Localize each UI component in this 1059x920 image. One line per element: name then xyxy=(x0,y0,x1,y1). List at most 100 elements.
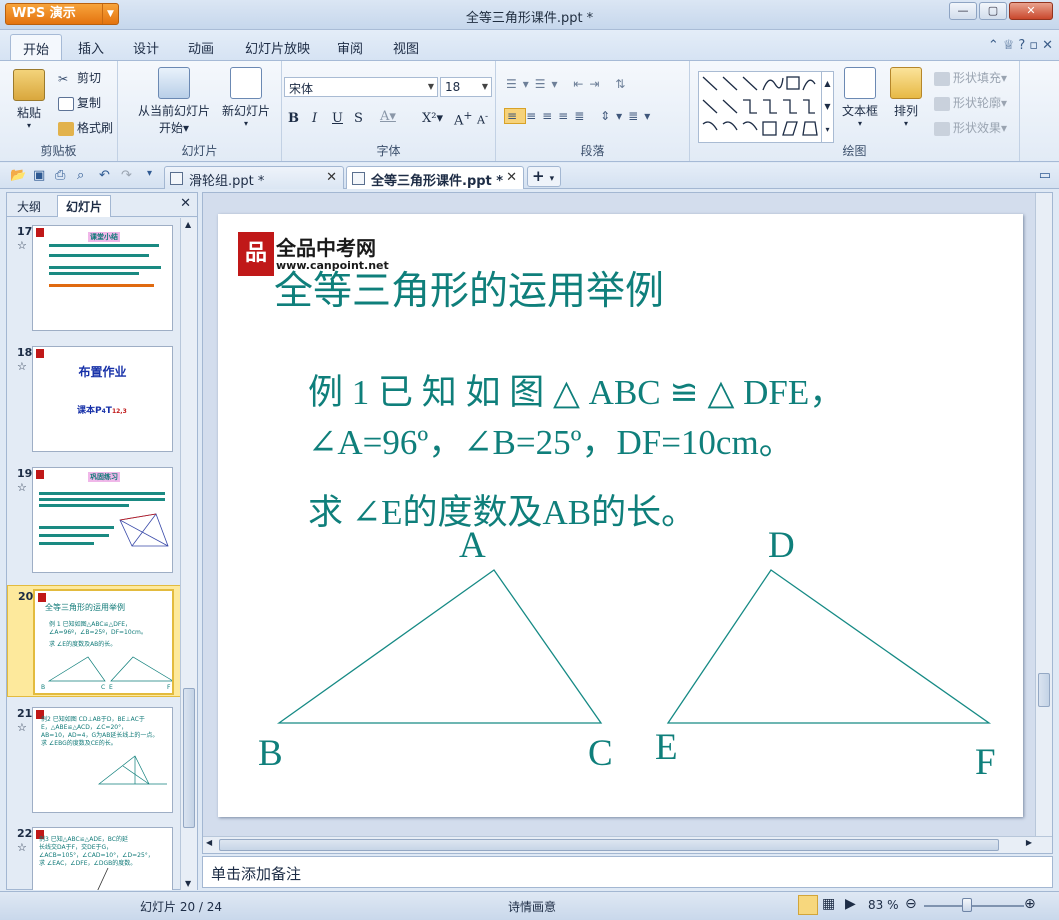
scroll-thumb[interactable] xyxy=(219,839,999,851)
slide-thumbnail[interactable]: 例3 已知△ABC≌△ADE，BC的延 长线交DA于F，交DE于G， ∠ACB=… xyxy=(32,827,173,890)
arrange-button[interactable]: 排列 ▾ xyxy=(886,67,926,128)
thumbnail-list: 17 ☆ 课堂小结 18 ☆ 布置作业 课本P4T12,3 19 ☆ 巩固练习 … xyxy=(7,218,181,890)
triangle-abc[interactable] xyxy=(276,569,603,724)
undo-icon[interactable]: ↶ xyxy=(99,168,110,183)
thumbnail-item[interactable]: 22 ☆ 例3 已知△ABC≌△ADE，BC的延 长线交DA于F，交DE于G， ∠… xyxy=(7,827,181,890)
maximize-button[interactable]: ▢ xyxy=(979,2,1007,20)
tab-design[interactable]: 设计 xyxy=(121,36,171,59)
slide-thumbnail[interactable]: 例2 已知如图 CD⊥AB于D，BE⊥AC于 E，△ABE≌△ACD，∠C=20… xyxy=(32,707,173,813)
new-tab-button[interactable]: + ▾ xyxy=(527,166,561,187)
shadow-button[interactable]: S xyxy=(354,111,363,126)
zoom-out-icon[interactable]: ⊖ xyxy=(905,896,917,912)
paragraph-group: ☰▾☰▾ ⇤⇥ ⇅ ≡ ≡≡≡≣ ⇕▾≣▾ 段落 xyxy=(496,61,690,161)
slide-canvas[interactable]: 品 全品中考网 www.canpoint.net 全等三角形的运用举例 例 1 … xyxy=(218,214,1023,817)
close-tab-icon[interactable]: ✕ xyxy=(326,170,337,185)
format-painter-button[interactable]: 格式刷 xyxy=(58,119,113,136)
slide-thumbnail[interactable]: 课堂小结 xyxy=(32,225,173,331)
scroll-thumb[interactable] xyxy=(1038,673,1050,707)
scroll-thumb[interactable] xyxy=(183,688,195,828)
play-from-current-button[interactable]: 从当前幻灯片 开始▾ xyxy=(126,67,222,136)
tab-review[interactable]: 审阅 xyxy=(325,36,375,59)
close-tab-icon[interactable]: ✕ xyxy=(506,170,517,185)
align-left-icon[interactable]: ≡ xyxy=(504,108,527,124)
scroll-up-icon[interactable]: ▲ xyxy=(185,220,191,229)
shrink-font-button[interactable]: A- xyxy=(477,111,488,127)
tab-slideshow[interactable]: 幻灯片放映 xyxy=(233,36,322,59)
slide-sorter-icon[interactable]: ▦ xyxy=(822,896,835,912)
triangle-dfe[interactable] xyxy=(666,569,992,724)
scroll-left-icon[interactable]: ◀ xyxy=(206,838,212,847)
cut-button[interactable]: ✂ 剪切 xyxy=(58,69,101,86)
list-buttons[interactable]: ☰▾☰▾ ⇤⇥ ⇅ xyxy=(506,77,631,91)
textbox-button[interactable]: 文本框 ▾ xyxy=(838,67,882,128)
superscript-button[interactable]: X²▾ xyxy=(422,111,443,126)
zoom-slider-handle[interactable] xyxy=(962,898,972,912)
zoom-in-icon[interactable]: ⊕ xyxy=(1024,896,1036,912)
skin-icon[interactable]: ♕ xyxy=(1003,38,1015,53)
effect-icon xyxy=(934,121,950,136)
panel-scrollbar[interactable]: ▲ ▼ xyxy=(180,218,197,890)
thumbnail-item[interactable]: 18 ☆ 布置作业 课本P4T12,3 xyxy=(7,346,181,456)
save-icon[interactable]: ▣ xyxy=(33,168,45,183)
tab-list-icon[interactable]: ▭ xyxy=(1039,168,1051,183)
doc-tab-pulley[interactable]: 滑轮组.ppt * ✕ xyxy=(164,166,344,189)
shape-outline-button[interactable]: 形状轮廓▾ xyxy=(934,94,1007,111)
tab-animation[interactable]: 动画 xyxy=(176,36,226,59)
tab-insert[interactable]: 插入 xyxy=(66,36,116,59)
underline-button[interactable]: U xyxy=(332,111,343,126)
thumbnail-item[interactable]: 17 ☆ 课堂小结 xyxy=(7,225,181,335)
print-icon[interactable]: ⎙ xyxy=(55,168,65,183)
status-bar: 幻灯片 20 / 24 诗情画意 ▦ ▶ 83 % ⊖ ⊕ xyxy=(0,891,1059,920)
shapes-gallery[interactable]: ▲ ▼ ▾ xyxy=(698,71,834,143)
notes-field[interactable]: 单击添加备注 xyxy=(202,856,1053,888)
align-buttons[interactable]: ≡ ≡≡≡≣ ⇕▾≣▾ xyxy=(504,108,656,124)
editor-vscrollbar[interactable] xyxy=(1035,193,1052,837)
font-size-select[interactable]: 18 ▼ xyxy=(440,77,492,97)
new-slide-button[interactable]: 新幻灯片 ▾ xyxy=(218,67,274,128)
open-icon[interactable]: 📂 xyxy=(10,168,26,183)
doc-tab-congruent[interactable]: 全等三角形课件.ppt * ✕ xyxy=(346,166,524,189)
ppt-file-icon xyxy=(170,172,183,185)
redo-icon[interactable]: ↷ xyxy=(121,168,132,183)
slideshow-view-icon[interactable]: ▶ xyxy=(845,896,856,912)
help-icon[interactable]: ? xyxy=(1018,38,1025,53)
shape-effect-button[interactable]: 形状效果▾ xyxy=(934,119,1007,136)
shape-fill-button[interactable]: 形状填充▾ xyxy=(934,69,1007,86)
slide-thumbnail[interactable]: 布置作业 课本P4T12,3 xyxy=(32,346,173,452)
close-button[interactable]: ✕ xyxy=(1009,2,1053,20)
bold-button[interactable]: B xyxy=(288,111,299,126)
font-name-select[interactable]: 宋体 ▼ xyxy=(284,77,438,97)
editor-hscrollbar[interactable]: ◀ ▶ xyxy=(203,836,1052,853)
thumbnail-item-selected[interactable]: 20 全等三角形的运用举例 例 1 已知如图△ABC≌△DFE， ∠A=96º，… xyxy=(7,585,181,697)
restore-icon[interactable]: ▫ xyxy=(1029,38,1038,53)
scroll-right-icon[interactable]: ▶ xyxy=(1026,838,1032,847)
collapse-ribbon-icon[interactable]: ⌃ xyxy=(988,38,999,53)
ribbon-tabs: 开始 插入 设计 动画 幻灯片放映 审阅 视图 ⌃ ♕ ? ▫ ✕ xyxy=(0,30,1059,60)
animation-star-icon: ☆ xyxy=(17,239,27,252)
thumbnail-item[interactable]: 21 ☆ 例2 已知如图 CD⊥AB于D，BE⊥AC于 E，△ABE≌△ACD，∠… xyxy=(7,707,181,817)
normal-view-icon[interactable] xyxy=(798,895,818,915)
grow-font-button[interactable]: A+ xyxy=(454,109,472,128)
zoom-slider[interactable] xyxy=(924,905,1024,907)
ribbon: 粘贴 ▾ ✂ 剪切 复制 格式刷 剪贴板 从当前幻灯片 开始▾ 新幻灯片 ▾ 幻灯片… xyxy=(0,60,1059,162)
tab-home[interactable]: 开始 xyxy=(10,34,63,60)
close-panel-icon[interactable]: ✕ xyxy=(180,196,191,211)
tab-slides[interactable]: 幻灯片 xyxy=(57,195,112,217)
arrange-icon xyxy=(890,67,922,99)
minimize-button[interactable]: — xyxy=(949,2,977,20)
tab-outline[interactable]: 大纲 xyxy=(9,196,49,217)
slide-thumbnail[interactable]: 全等三角形的运用举例 例 1 已知如图△ABC≌△DFE， ∠A=96º，∠B=… xyxy=(33,589,174,695)
paste-button[interactable]: 粘贴 ▾ xyxy=(8,69,50,130)
italic-button[interactable]: I xyxy=(312,111,317,126)
triangles-figure[interactable] xyxy=(218,214,1023,817)
customize-toolbar-icon[interactable]: ▾ xyxy=(147,168,152,179)
close-doc-icon[interactable]: ✕ xyxy=(1042,38,1053,53)
gallery-scroll[interactable]: ▲ ▼ ▾ xyxy=(821,72,833,142)
copy-button[interactable]: 复制 xyxy=(58,94,101,111)
scroll-down-icon[interactable]: ▼ xyxy=(185,879,191,888)
print-preview-icon[interactable]: ⌕ xyxy=(77,168,84,183)
slide-thumbnail[interactable]: 巩固练习 xyxy=(32,467,173,573)
thumbnail-item[interactable]: 19 ☆ 巩固练习 xyxy=(7,467,181,577)
tab-view[interactable]: 视图 xyxy=(381,36,431,59)
font-color-button[interactable]: A▾ xyxy=(380,109,396,124)
